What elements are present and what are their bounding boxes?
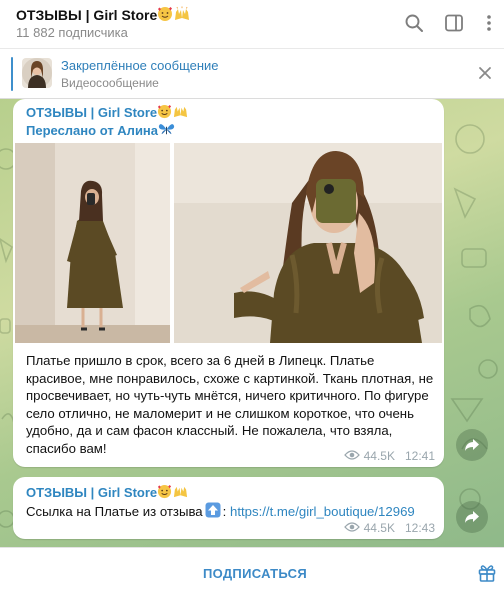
close-icon[interactable] — [476, 64, 494, 82]
smiling-face-hearts-emoji — [157, 484, 172, 502]
message-sender[interactable]: ОТЗЫВЫ | Girl Store — [26, 484, 189, 502]
pinned-video-thumbnail — [22, 58, 52, 88]
chat-header: ОТЗЫВЫ | Girl Store 11 882 подписчика — [0, 0, 504, 48]
message-time: 12:41 — [404, 449, 435, 463]
subscribe-bar: ПОДПИСАТЬСЯ — [0, 547, 504, 589]
message-meta: 44.5K 12:43 — [343, 521, 435, 535]
channel-title[interactable]: ОТЗЫВЫ | Girl Store — [16, 6, 191, 25]
share-arrow-icon — [465, 511, 479, 523]
link-text-prefix: Ссылка на Платье из отзыва — [26, 504, 203, 519]
raising-hands-emoji — [172, 104, 189, 122]
message-meta: 44.5K 12:41 — [343, 449, 435, 463]
review-photo-1[interactable] — [15, 143, 170, 343]
share-button[interactable] — [456, 501, 488, 533]
view-count: 44.5K — [363, 521, 395, 535]
subscribe-button[interactable]: ПОДПИСАТЬСЯ — [0, 566, 504, 581]
message-bubble-review[interactable]: ОТЗЫВЫ | Girl Store Переслано от Алина П… — [13, 99, 444, 467]
product-link[interactable]: https://t.me/girl_boutique/12969 — [230, 504, 415, 519]
channel-title-text: ОТЗЫВЫ | Girl Store — [16, 7, 158, 23]
raising-hands-emoji — [173, 6, 191, 25]
view-count: 44.5K — [363, 449, 395, 463]
pinned-message-bar[interactable]: Закреплённое сообщение Видеосообщение — [0, 48, 504, 99]
share-arrow-icon — [465, 439, 479, 451]
link-separator: : — [222, 504, 227, 519]
message-bubble-link[interactable]: ОТЗЫВЫ | Girl Store Ссылка на Платье из … — [13, 477, 444, 539]
message-sender[interactable]: ОТЗЫВЫ | Girl Store — [26, 104, 189, 122]
eye-icon — [343, 521, 360, 535]
message-sender-text: ОТЗЫВЫ | Girl Store — [26, 105, 158, 120]
eye-icon — [343, 449, 360, 463]
message-text: Платье пришло в срок, всего за 6 дней в … — [26, 353, 434, 456]
share-button[interactable] — [456, 429, 488, 461]
message-sender-text: ОТЗЫВЫ | Girl Store — [26, 485, 158, 500]
message-time: 12:43 — [404, 521, 435, 535]
review-photo-2[interactable] — [174, 143, 442, 343]
pinned-indicator-bar — [11, 57, 13, 91]
butterfly-emoji — [158, 122, 175, 140]
pinned-title: Закреплённое сообщение — [61, 58, 219, 73]
up-arrow-emoji — [205, 502, 221, 523]
sidebar-toggle-icon[interactable] — [443, 12, 465, 34]
subscriber-count: 11 882 подписчика — [16, 25, 128, 40]
raising-hands-emoji — [172, 484, 189, 502]
forwarded-from-text: Переслано от Алина — [26, 123, 159, 138]
message-text: Ссылка на Платье из отзыва: https://t.me… — [26, 502, 434, 523]
chat-area[interactable]: ОТЗЫВЫ | Girl Store Переслано от Алина П… — [0, 99, 504, 547]
smiling-face-hearts-emoji — [157, 104, 172, 122]
pinned-subtitle: Видеосообщение — [61, 76, 159, 90]
gift-icon[interactable] — [477, 563, 497, 583]
more-vertical-icon[interactable] — [478, 12, 500, 34]
smiling-face-hearts-emoji — [157, 6, 173, 25]
search-icon[interactable] — [403, 12, 425, 34]
forwarded-from[interactable]: Переслано от Алина — [26, 122, 175, 140]
